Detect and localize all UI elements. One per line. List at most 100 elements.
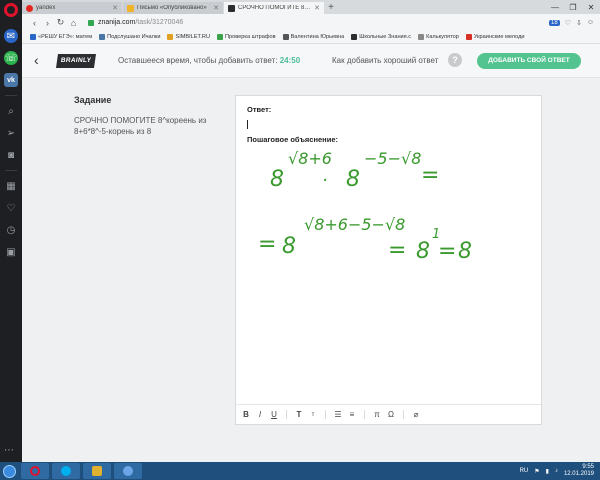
bookmark-item[interactable]: «РЕШУ ЕГЭ»: матем xyxy=(30,34,92,40)
taskbar-browser[interactable] xyxy=(114,463,142,479)
window-controls: — ❐ ✕ xyxy=(546,0,600,14)
tab-yandex[interactable]: yandex ✕ xyxy=(22,2,122,14)
search-icon[interactable]: ⌕ xyxy=(4,104,18,118)
bookmark-label: Калькулятор xyxy=(426,34,459,40)
address-bar: ‹ › ↻ ⌂ znanija.com/task/31270046 18 ♡ ⇩… xyxy=(22,14,600,31)
bookmark-label: Украинские мелоди xyxy=(473,34,525,40)
app-icon xyxy=(92,466,102,476)
task-text: СРОЧНО ПОМОГИТЕ 8^кореень из 8+6*8^-5-ко… xyxy=(74,116,207,136)
back-icon[interactable]: ‹ xyxy=(28,18,41,28)
taskbar-app[interactable] xyxy=(83,463,111,479)
hw-exp-2: −5−√8 xyxy=(364,149,421,168)
bookmarks-bar: «РЕШУ ЕГЭ»: матем Подслушано Ичалки SIMB… xyxy=(22,31,600,44)
hw-dot: · xyxy=(322,170,328,191)
messenger-icon[interactable]: ✉ xyxy=(4,29,18,43)
bookmark-item[interactable]: Украинские мелоди xyxy=(465,34,525,40)
hw-result: 8 xyxy=(458,239,472,264)
help-icon[interactable]: ? xyxy=(448,53,462,67)
profile-icon[interactable]: ☺ xyxy=(587,19,594,26)
handwritten-solution: 8 √8+6 · 8 −5−√8 = = 8 √8+6−5−√8 = 8 1 =… xyxy=(258,149,472,264)
brainly-header: ‹ BRAINLY Оставшееся время, чтобы добави… xyxy=(22,44,600,78)
add-answer-button[interactable]: ДОБАВИТЬ СВОЙ ОТВЕТ xyxy=(477,53,581,69)
page-content: ‹ BRAINLY Оставшееся время, чтобы добави… xyxy=(22,44,600,462)
sidebar-divider xyxy=(5,170,17,171)
maximize-button[interactable]: ❐ xyxy=(564,3,582,12)
brainly-logo[interactable]: BRAINLY xyxy=(56,54,96,68)
clock-date: 12.01.2019 xyxy=(563,471,594,477)
network-icon[interactable]: ▮ xyxy=(546,468,549,475)
omega-symbol-button[interactable]: Ω xyxy=(386,410,396,419)
attach-icon[interactable]: ⌀ xyxy=(411,410,421,419)
clock[interactable]: 9:55 12.01.2019 xyxy=(564,464,594,478)
toolbar-divider xyxy=(403,410,404,419)
hw-base-4: 8 xyxy=(416,239,430,264)
address-actions: 18 ♡ ⇩ ☺ xyxy=(549,19,594,27)
bold-button[interactable]: B xyxy=(241,410,251,419)
hw-exp-1: √8+6 xyxy=(288,149,332,168)
vk-icon[interactable]: vk xyxy=(4,73,18,87)
tab-label: Письмо «Опубликовано» xyxy=(137,5,207,11)
pi-symbol-button[interactable]: π xyxy=(372,410,382,419)
close-tab-icon[interactable]: ✕ xyxy=(112,4,118,12)
bookmark-item[interactable]: SIMBILET.RU xyxy=(167,34,210,40)
send-icon[interactable]: ➢ xyxy=(4,126,18,140)
tab-label: yandex xyxy=(36,5,56,11)
bookmark-item[interactable]: Калькулятор xyxy=(418,34,459,40)
text-caret xyxy=(247,120,248,129)
home-icon[interactable]: ⌂ xyxy=(67,18,80,28)
bookmark-item[interactable]: Подслушано Ичалки xyxy=(99,34,160,40)
how-to-answer-link[interactable]: Как добавить хороший ответ xyxy=(332,56,438,65)
tab-strip: yandex ✕ Письмо «Опубликовано» ✕ СРОЧНО … xyxy=(22,0,600,14)
bookmark-icon xyxy=(418,34,425,40)
tab-brainly[interactable]: СРОЧНО ПОМОГИТЕ 8^ко ✕ xyxy=(224,2,324,14)
volume-icon[interactable]: ♪ xyxy=(555,468,558,474)
taskbar-opera[interactable] xyxy=(21,463,49,479)
whatsapp-icon[interactable]: ☏ xyxy=(4,51,18,65)
close-tab-icon[interactable]: ✕ xyxy=(213,4,219,12)
font-size-small-button[interactable]: т xyxy=(308,412,318,418)
download-icon[interactable]: ⇩ xyxy=(576,19,582,27)
language-indicator[interactable]: RU xyxy=(520,468,529,474)
close-window-button[interactable]: ✕ xyxy=(582,3,600,12)
answer-editor[interactable]: Ответ: Пошаговое объяснение: 8 √8+6 · 8 … xyxy=(235,95,542,425)
bookmark-label: «РЕШУ ЕГЭ»: матем xyxy=(38,34,93,40)
close-tab-icon[interactable]: ✕ xyxy=(314,4,320,12)
bookmark-item[interactable]: Валентина Юрьевна xyxy=(282,34,344,40)
camera-icon[interactable]: ◙ xyxy=(4,148,18,162)
browser-icon xyxy=(123,466,133,476)
history-icon[interactable]: ◷ xyxy=(4,223,18,237)
minimize-button[interactable]: — xyxy=(546,3,564,12)
url-field[interactable]: znanija.com/task/31270046 xyxy=(88,19,549,26)
opera-logo-icon[interactable] xyxy=(4,3,18,17)
numbered-list-button[interactable]: ≡ xyxy=(347,410,357,419)
hw-base-1: 8 xyxy=(270,167,284,192)
toolbar-divider xyxy=(325,410,326,419)
url-path: /task/31270046 xyxy=(135,19,184,26)
flag-icon[interactable]: ⚑ xyxy=(534,468,539,475)
forward-icon[interactable]: › xyxy=(41,18,54,28)
font-size-large-button[interactable]: T xyxy=(294,410,304,419)
windows-logo-icon xyxy=(2,464,16,478)
time-left-label: Оставшееся время, чтобы добавить ответ: xyxy=(118,56,278,65)
reload-icon[interactable]: ↻ xyxy=(54,17,67,28)
bookmark-item[interactable]: Проверка штрафов xyxy=(217,34,276,40)
back-arrow-icon[interactable]: ‹ xyxy=(34,52,39,68)
tab-mail[interactable]: Письмо «Опубликовано» ✕ xyxy=(123,2,223,14)
browser-sidebar: ✉ ☏ vk ⌕ ➢ ◙ ▦ ♡ ◷ ▣ ⋯ xyxy=(0,0,22,462)
speed-dial-icon[interactable]: ▦ xyxy=(4,179,18,193)
underline-button[interactable]: U xyxy=(269,410,279,419)
bookmark-heart-icon[interactable]: ♡ xyxy=(565,19,571,27)
extensions-icon[interactable]: ▣ xyxy=(4,245,18,259)
heart-icon[interactable]: ♡ xyxy=(4,201,18,215)
start-button[interactable] xyxy=(0,462,18,480)
new-tab-button[interactable]: + xyxy=(325,2,337,14)
more-icon[interactable]: ⋯ xyxy=(4,445,14,456)
bulleted-list-button[interactable]: ☰ xyxy=(333,410,343,419)
bookmark-label: Проверка штрафов xyxy=(225,34,276,40)
hw-eq-4: = xyxy=(438,239,456,264)
extension-badge[interactable]: 18 xyxy=(549,19,560,26)
windows-taskbar: RU ⚑ ▮ ♪ 9:55 12.01.2019 xyxy=(0,462,600,480)
taskbar-skype[interactable] xyxy=(52,463,80,479)
bookmark-item[interactable]: Школьные Знания.с xyxy=(351,34,411,40)
italic-button[interactable]: I xyxy=(255,410,265,419)
